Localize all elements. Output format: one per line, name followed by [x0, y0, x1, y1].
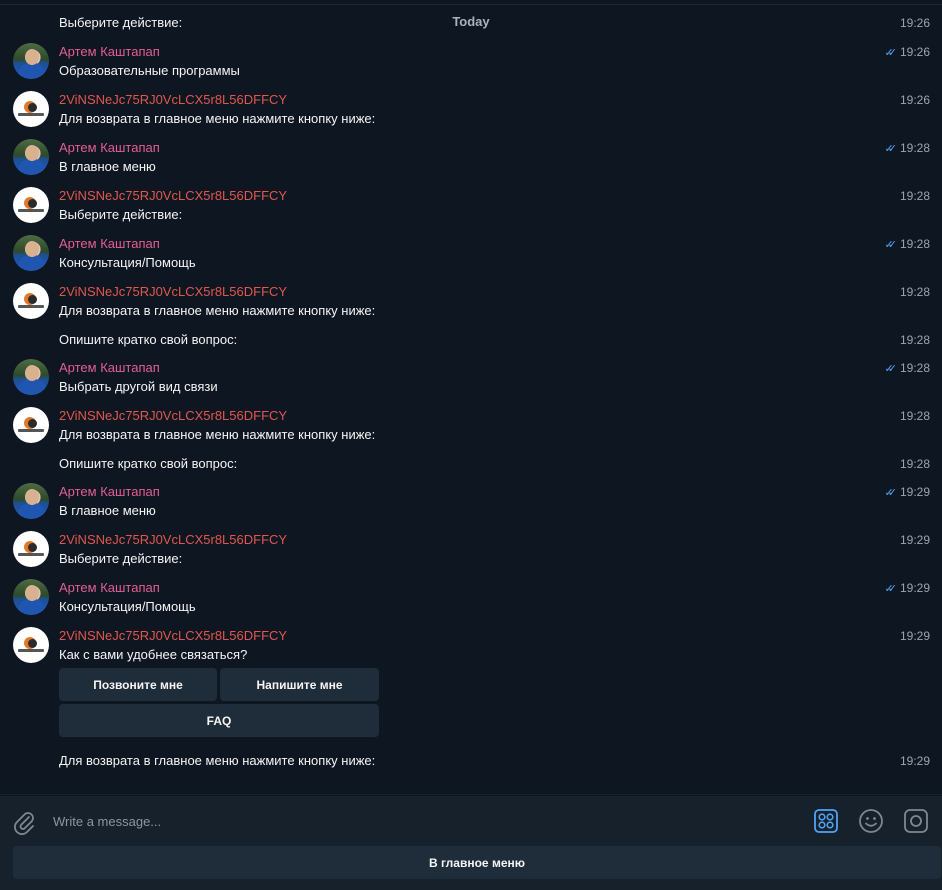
- read-check-icon: ✓✓: [884, 238, 898, 251]
- time-label: 19:28: [899, 141, 930, 155]
- message-text: Выберите действие:: [59, 15, 183, 30]
- avatar[interactable]: [13, 483, 49, 519]
- time-label: 19:28: [899, 285, 930, 299]
- time-label: 19:29: [899, 754, 930, 768]
- message-text: Выберите действие:: [59, 551, 183, 566]
- attach-icon[interactable]: [12, 809, 36, 835]
- time-label: 19:26: [899, 93, 930, 107]
- message-time: ✓✓ 19:28: [885, 237, 930, 251]
- main-menu-button[interactable]: В главное меню: [13, 846, 941, 879]
- message-text: В главное меню: [59, 503, 156, 518]
- bot-keyboard-icon[interactable]: [813, 808, 839, 834]
- message-text: Для возврата в главное меню нажмите кноп…: [59, 753, 376, 768]
- avatar[interactable]: [13, 407, 49, 443]
- sender-name[interactable]: Артем Каштапап: [59, 44, 160, 59]
- message-time: 19:28: [900, 285, 930, 299]
- sender-name[interactable]: Артем Каштапап: [59, 484, 160, 499]
- message-time: ✓✓ 19:28: [885, 141, 930, 155]
- message-text: Консультация/Помощь: [59, 599, 196, 614]
- message-text: В главное меню: [59, 159, 156, 174]
- avatar[interactable]: [13, 139, 49, 175]
- time-label: 19:26: [899, 16, 930, 30]
- faq-button[interactable]: FAQ: [59, 704, 379, 737]
- message-text: Для возврата в главное меню нажмите кноп…: [59, 427, 376, 442]
- message-time: 19:28: [900, 189, 930, 203]
- call-me-button[interactable]: Позвоните мне: [59, 668, 217, 701]
- message-time: ✓✓ 19:26: [885, 45, 930, 59]
- time-label: 19:28: [899, 409, 930, 423]
- message-time: ✓✓ 19:29: [885, 581, 930, 595]
- sender-name[interactable]: Артем Каштапап: [59, 140, 160, 155]
- avatar[interactable]: [13, 531, 49, 567]
- message-text: Опишите кратко свой вопрос:: [59, 332, 238, 347]
- time-label: 19:29: [899, 629, 930, 643]
- avatar[interactable]: [13, 43, 49, 79]
- avatar[interactable]: [13, 579, 49, 615]
- message-time: 19:26: [900, 93, 930, 107]
- chat-history[interactable]: Today Выберите действие: 19:26 Артем Каш…: [0, 0, 942, 794]
- time-label: 19:26: [899, 45, 930, 59]
- sender-name[interactable]: Артем Каштапап: [59, 236, 160, 251]
- sender-name[interactable]: 2ViNSNeJc75RJ0VcLCX5r8L56DFFCY: [59, 284, 287, 299]
- message-time: 19:26: [900, 16, 930, 30]
- sender-name[interactable]: Артем Каштапап: [59, 360, 160, 375]
- sender-name[interactable]: 2ViNSNeJc75RJ0VcLCX5r8L56DFFCY: [59, 532, 287, 547]
- message-text: Как с вами удобнее связаться?: [59, 647, 248, 662]
- read-check-icon: ✓✓: [884, 582, 898, 595]
- avatar[interactable]: [13, 235, 49, 271]
- message-composer: Write a message...: [0, 795, 942, 847]
- sender-name[interactable]: 2ViNSNeJc75RJ0VcLCX5r8L56DFFCY: [59, 628, 287, 643]
- read-check-icon: ✓✓: [884, 362, 898, 375]
- message-text: Консультация/Помощь: [59, 255, 196, 270]
- message-input[interactable]: Write a message...: [53, 814, 161, 829]
- message-text: Опишите кратко свой вопрос:: [59, 456, 238, 471]
- avatar[interactable]: [13, 359, 49, 395]
- avatar[interactable]: [13, 187, 49, 223]
- message-text: Образовательные программы: [59, 63, 240, 78]
- read-check-icon: ✓✓: [884, 46, 898, 59]
- message-text: Выберите действие:: [59, 207, 183, 222]
- avatar[interactable]: [13, 91, 49, 127]
- message-time: 19:29: [900, 754, 930, 768]
- emoji-icon[interactable]: [858, 808, 884, 834]
- time-label: 19:29: [899, 485, 930, 499]
- message-time: 19:28: [900, 409, 930, 423]
- sender-name[interactable]: Артем Каштапап: [59, 580, 160, 595]
- message-text: Выбрать другой вид связи: [59, 379, 218, 394]
- time-label: 19:28: [899, 189, 930, 203]
- message-time: 19:29: [900, 629, 930, 643]
- time-label: 19:29: [899, 533, 930, 547]
- avatar[interactable]: [13, 627, 49, 663]
- time-label: 19:29: [899, 581, 930, 595]
- record-video-icon[interactable]: [903, 808, 929, 834]
- message-time: ✓✓ 19:28: [885, 361, 930, 375]
- message-text: Для возврата в главное меню нажмите кноп…: [59, 303, 376, 318]
- write-me-button[interactable]: Напишите мне: [220, 668, 379, 701]
- read-check-icon: ✓✓: [884, 142, 898, 155]
- message-time: 19:28: [900, 333, 930, 347]
- message-text: Для возврата в главное меню нажмите кноп…: [59, 111, 376, 126]
- time-label: 19:28: [899, 333, 930, 347]
- message-time: 19:28: [900, 457, 930, 471]
- message-time: ✓✓ 19:29: [885, 485, 930, 499]
- top-divider: [0, 4, 942, 5]
- sender-name[interactable]: 2ViNSNeJc75RJ0VcLCX5r8L56DFFCY: [59, 408, 287, 423]
- sender-name[interactable]: 2ViNSNeJc75RJ0VcLCX5r8L56DFFCY: [59, 92, 287, 107]
- read-check-icon: ✓✓: [884, 486, 898, 499]
- time-label: 19:28: [899, 237, 930, 251]
- time-label: 19:28: [899, 457, 930, 471]
- avatar[interactable]: [13, 283, 49, 319]
- bottom-bar: [0, 884, 942, 890]
- message-time: 19:29: [900, 533, 930, 547]
- sender-name[interactable]: 2ViNSNeJc75RJ0VcLCX5r8L56DFFCY: [59, 188, 287, 203]
- time-label: 19:28: [899, 361, 930, 375]
